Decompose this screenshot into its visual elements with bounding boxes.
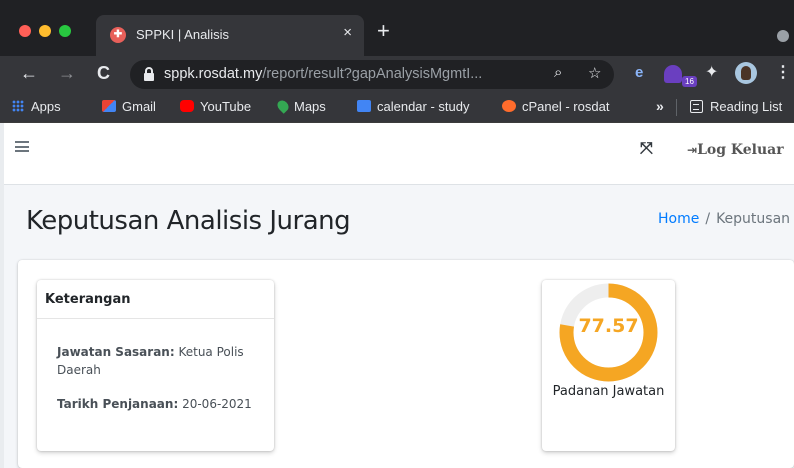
extension-grad-cap-icon[interactable] — [664, 65, 682, 83]
sidebar-edge — [0, 123, 4, 468]
bookmarks-divider — [676, 99, 677, 116]
bookmark-maps[interactable]: Maps — [275, 98, 326, 114]
cpanel-icon — [502, 100, 516, 112]
lock-icon[interactable] — [144, 67, 154, 81]
app-top-navbar: ⤧ ⇥Log Keluar — [0, 123, 794, 185]
bookmark-calendar[interactable]: calendar - study — [357, 99, 470, 114]
bookmark-cpanel[interactable]: cPanel - rosdat — [502, 99, 609, 114]
zoom-icon[interactable]: ⌕ — [554, 64, 562, 81]
gauge-card: 77.57 Padanan Jawatan — [542, 280, 675, 451]
tab-title: SPPKI | Analisis — [136, 27, 229, 42]
gauge-value: 77.57 — [578, 315, 639, 337]
url-text[interactable]: sppk.rosdat.my/report/result?gapAnalysis… — [164, 66, 482, 82]
info-card-body: Jawatan Sasaran: Ketua Polis Daerah Tari… — [37, 319, 274, 413]
tab-search-icon[interactable] — [777, 30, 789, 42]
more-bookmarks-icon[interactable]: » — [656, 98, 664, 114]
content-header: Keputusan Analisis Jurang Home / Keputusan — [0, 186, 794, 258]
info-row-generated-date: Tarikh Penjanaan: 20-06-2021 — [57, 395, 260, 413]
info-card: Keterangan Jawatan Sasaran: Ketua Polis … — [37, 280, 274, 451]
extension-badge: 16 — [682, 76, 697, 87]
gmail-icon — [102, 100, 116, 112]
logout-icon: ⇥ — [687, 143, 698, 157]
profile-avatar[interactable] — [735, 62, 757, 84]
youtube-icon — [180, 100, 194, 112]
breadcrumb-home-link[interactable]: Home — [658, 211, 699, 227]
info-row-target-position: Jawatan Sasaran: Ketua Polis Daerah — [57, 343, 260, 379]
address-bar[interactable]: sppk.rosdat.my/report/result?gapAnalysis… — [130, 60, 614, 89]
browser-menu-icon[interactable]: ⋮ — [775, 62, 791, 82]
info-label: Tarikh Penjanaan: — [57, 397, 179, 411]
forward-button[interactable]: → — [58, 62, 76, 84]
new-tab-button[interactable]: + — [377, 20, 390, 42]
breadcrumb-separator: / — [705, 211, 711, 227]
breadcrumb-current: Keputusan — [716, 211, 791, 227]
info-card-title: Keterangan — [37, 280, 274, 319]
browser-tab-strip: ✚ SPPKI | Analisis × + — [0, 0, 794, 56]
extension-e-icon[interactable]: e — [635, 64, 653, 82]
maps-pin-icon — [275, 98, 291, 114]
tab-close-icon[interactable]: × — [343, 24, 352, 41]
hamburger-menu-icon[interactable] — [15, 141, 29, 152]
logout-link[interactable]: ⇥Log Keluar — [687, 142, 784, 158]
logout-label: Log Keluar — [697, 142, 784, 158]
extensions-puzzle-icon[interactable]: ✦ — [705, 62, 718, 82]
reading-list-icon — [690, 100, 703, 113]
breadcrumb: Home / Keputusan — [658, 211, 790, 227]
site-favicon-icon: ✚ — [110, 27, 126, 43]
gauge-label: Padanan Jawatan — [552, 384, 665, 399]
bookmark-star-icon[interactable]: ☆ — [588, 64, 601, 82]
info-value: 20-06-2021 — [182, 397, 252, 411]
page-title: Keputusan Analisis Jurang — [26, 206, 351, 236]
browser-tab-active[interactable]: ✚ SPPKI | Analisis × — [96, 15, 364, 56]
window-minimize-button[interactable] — [39, 25, 51, 37]
bookmark-gmail[interactable]: Gmail — [102, 99, 156, 114]
window-zoom-button[interactable] — [59, 25, 71, 37]
window-close-button[interactable] — [19, 25, 31, 37]
info-label: Jawatan Sasaran: — [57, 345, 175, 359]
fullscreen-icon[interactable]: ⤧ — [640, 140, 653, 158]
reload-button[interactable]: C — [97, 62, 110, 84]
back-button[interactable]: ← — [20, 62, 38, 84]
browser-toolbar: ← → C sppk.rosdat.my/report/result?gapAn… — [0, 56, 794, 92]
reading-list-button[interactable]: Reading List — [690, 99, 782, 114]
calendar-icon — [357, 100, 371, 112]
bookmark-youtube[interactable]: YouTube — [180, 99, 251, 114]
bookmarks-bar: Apps Gmail YouTube Maps calendar - study… — [0, 92, 794, 123]
bookmark-apps[interactable]: Apps — [12, 99, 61, 114]
apps-grid-icon — [12, 100, 24, 112]
